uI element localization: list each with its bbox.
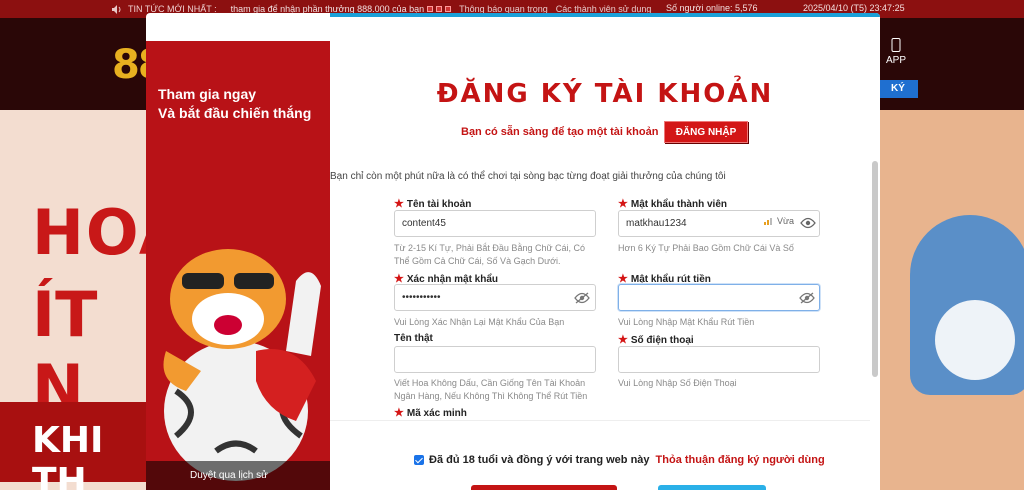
confirm-hint: Vui Lòng Xác Nhận Lại Mật Khẩu Của Bạn [394,317,565,327]
signal-strength-icon [764,218,772,225]
username-input[interactable]: content45 [394,210,596,237]
shark-belly [935,300,1015,380]
captcha-label-text: Mã xác minh [406,408,467,419]
left-banner: HOÀ ÍT N KHI TH [0,110,187,490]
app-label: APP [885,55,906,66]
username-hint: Từ 2-15 Kí Tự, Phải Bắt Đầu Bằng Chữ Cái… [394,242,585,268]
password-hint: Hơn 6 Ký Tự Phải Bao Gồm Chữ Cái Và Số [618,243,794,253]
subtitle: Bạn có sẵn sàng để tạo một tài khoản [461,126,659,138]
phone-label-text: Số điện thoại [630,335,694,346]
eye-off-icon[interactable] [574,292,590,304]
phone-icon [891,38,901,52]
register-button[interactable]: KÝ [878,80,918,98]
divider [330,420,870,421]
promo-panel: Tham gia ngay Và bắt đầu chiến thắng Duy… [146,41,330,490]
terms-link[interactable]: Thỏa thuận đăng ký người dùng [656,454,825,466]
realname-input[interactable] [394,346,596,373]
promo-headline-2: Và bắt đầu chiến thắng [158,105,312,121]
register-modal: Tham gia ngay Và bắt đầu chiến thắng Duy… [146,13,880,490]
login-button[interactable]: ĐĂNG NHẬP [664,121,748,143]
scrollbar[interactable] [872,161,878,377]
username-hint-1: Từ 2-15 Kí Tự, Phải Bắt Đầu Bằng Chữ Cái… [394,243,585,253]
password-strength: Vừa [777,216,795,226]
username-label-text: Tên tài khoản [406,199,472,210]
app-link[interactable]: APP [878,38,914,66]
captcha-label: ★ Mã xác minh [394,407,467,419]
realname-hint: Viết Hoa Không Dấu, Cần Giống Tên Tài Kh… [394,377,587,403]
online-count: Số người online: 5,576 [666,3,758,13]
history-caption-text: Duyệt qua lịch sử [190,470,268,481]
page-title: ĐĂNG KÝ TÀI KHOẢN [436,79,774,109]
withdraw-hint: Vui Lòng Nhập Mật Khẩu Rút Tiền [618,317,755,327]
agree-row: Đã đủ 18 tuổi và đồng ý với trang web nà… [414,454,825,466]
password-label-text: Mật khẩu thành viên [630,199,727,210]
phone-input[interactable] [618,346,820,373]
secondary-button[interactable] [658,485,766,490]
datetime: 2025/04/10 (T5) 23:47:25 [803,3,905,13]
form-note: Bạn chỉ còn một phút nữa là có thể chơi … [330,171,726,182]
tiger-mascot-icon [163,249,321,481]
speaker-icon [112,4,121,14]
realname-label: Tên thật [394,333,433,344]
banner-strip: KHI TH [0,402,146,490]
modal-top-accent [330,13,880,17]
confirm-password-input[interactable]: ••••••••••• [394,284,596,311]
withdraw-password-input[interactable] [618,284,820,311]
agree-checkbox[interactable] [414,455,424,465]
realname-hint-1: Viết Hoa Không Dấu, Cần Giống Tên Tài Kh… [394,378,586,388]
username-label: ★ Tên tài khoản [394,198,472,210]
eye-icon[interactable] [800,217,816,229]
banner-text-3: KHI TH [32,420,104,490]
history-caption[interactable]: Duyệt qua lịch sử [146,461,330,490]
realname-hint-2: Ngân Hàng, Nếu Không Thì Không Thể Rút T… [394,391,588,401]
flag-icon [427,6,434,12]
promo-headline: Tham gia ngay Và bắt đầu chiến thắng [158,85,311,123]
username-hint-2: Thể Gồm Cả Chữ Cái, Số Và Gạch Dưới. [394,256,561,266]
flag-icon [436,6,443,12]
submit-button[interactable] [471,485,617,490]
eye-off-icon[interactable] [799,292,815,304]
phone-hint: Vui Lòng Nhập Số Điện Thoại [618,378,737,388]
flag-icon [445,6,452,12]
password-label: ★ Mật khẩu thành viên [618,198,727,210]
promo-headline-1: Tham gia ngay [158,86,257,102]
phone-label: ★ Số điện thoại [618,334,694,346]
agree-text: Đã đủ 18 tuổi và đồng ý với trang web nà… [429,454,650,466]
